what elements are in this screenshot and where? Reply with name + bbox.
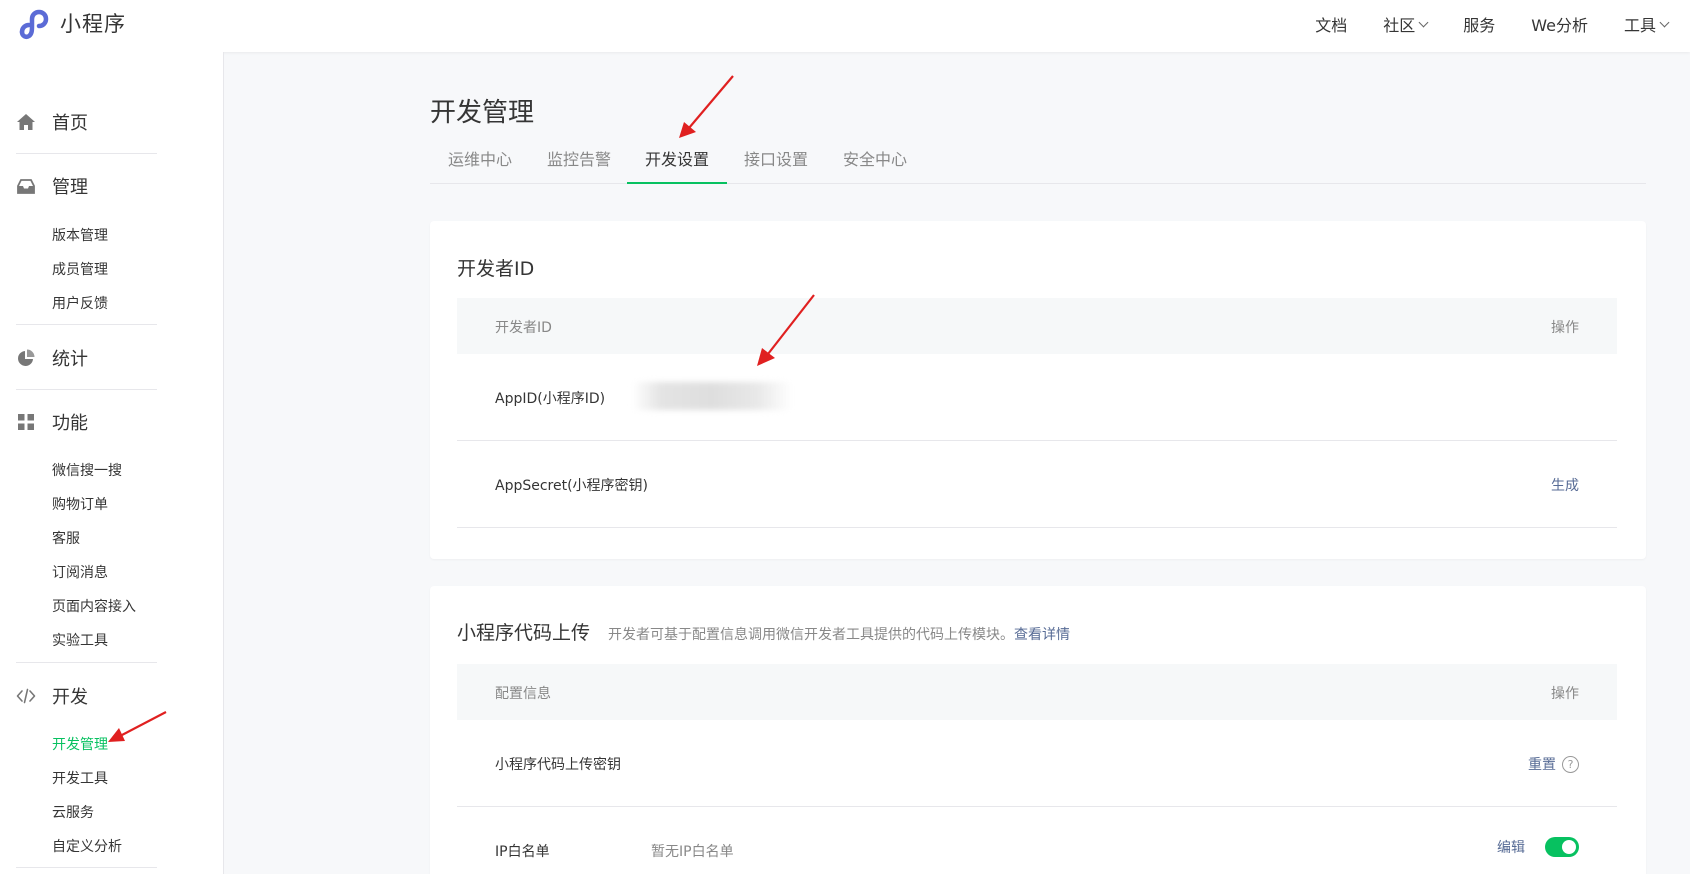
table-header: 配置信息 操作 xyxy=(457,664,1617,720)
sidebar-item-members[interactable]: 成员管理 xyxy=(52,259,108,279)
pie-chart-icon xyxy=(18,349,35,366)
sidebar-item-feedback[interactable]: 用户反馈 xyxy=(52,293,108,313)
ip-whitelist-value: 暂无IP白名单 xyxy=(651,844,734,860)
ip-whitelist-row: IP白名单 暂无IP白名单 编辑 xyxy=(457,807,1617,874)
appsecret-row: AppSecret(小程序密钥) 生成 xyxy=(457,441,1617,528)
sidebar-item-shopping-orders[interactable]: 购物订单 xyxy=(52,494,108,514)
view-details-link[interactable]: 查看详情 xyxy=(1014,627,1070,643)
reset-key-action: 重置? xyxy=(1528,754,1579,774)
generate-secret-link[interactable]: 生成 xyxy=(1551,475,1579,495)
sidebar-manage-label: 管理 xyxy=(52,177,88,198)
top-nav: 文档 社区 服务 We分析 工具 xyxy=(1279,0,1670,48)
tab-security-center[interactable]: 安全中心 xyxy=(825,140,925,184)
sidebar-item-develop[interactable]: 开发 xyxy=(16,682,156,710)
sidebar-stats-label: 统计 xyxy=(52,349,88,370)
main-content: 开发管理 运维中心 监控告警 开发设置 接口设置 安全中心 开发者ID 开发者I… xyxy=(224,52,1690,874)
code-upload-desc-text: 开发者可基于配置信息调用微信开发者工具提供的代码上传模块。 xyxy=(608,627,1015,643)
sidebar-item-cloud-services[interactable]: 云服务 xyxy=(52,802,94,822)
code-upload-card-title: 小程序代码上传 开发者可基于配置信息调用微信开发者工具提供的代码上传模块。查看详情 xyxy=(457,618,1070,645)
chevron-down-icon xyxy=(1418,17,1429,27)
appid-label: AppID(小程序ID) xyxy=(495,391,606,407)
grid-icon xyxy=(18,414,34,430)
upload-key-label: 小程序代码上传密钥 xyxy=(495,757,621,773)
divider xyxy=(16,153,157,154)
sidebar-item-manage[interactable]: 管理 xyxy=(16,172,156,200)
divider xyxy=(16,662,157,663)
sidebar-features-label: 功能 xyxy=(52,413,88,434)
topnav-community-label: 社区 xyxy=(1383,16,1416,35)
appid-row: AppID(小程序ID) xyxy=(457,354,1617,441)
logo[interactable]: 小程序 xyxy=(16,6,126,40)
sidebar-item-experiment-tools[interactable]: 实验工具 xyxy=(52,630,108,650)
divider xyxy=(16,324,157,325)
topnav-docs[interactable]: 文档 xyxy=(1315,12,1347,36)
sidebar-item-page-content[interactable]: 页面内容接入 xyxy=(52,596,136,616)
help-icon[interactable]: ? xyxy=(1562,755,1579,773)
ip-whitelist-toggle[interactable] xyxy=(1545,837,1579,857)
column-header-developer-id: 开发者ID xyxy=(495,320,552,336)
home-icon xyxy=(17,114,35,130)
developer-id-card: 开发者ID 开发者ID 操作 AppID(小程序ID) AppSecret(小程… xyxy=(430,221,1646,559)
divider xyxy=(16,867,157,868)
appid-value-redacted xyxy=(632,382,792,410)
column-header-action: 操作 xyxy=(1551,686,1579,702)
tab-monitoring-alerts[interactable]: 监控告警 xyxy=(529,140,629,184)
sidebar-item-version[interactable]: 版本管理 xyxy=(52,225,108,245)
tab-api-settings[interactable]: 接口设置 xyxy=(726,140,826,184)
table-header: 开发者ID 操作 xyxy=(457,298,1617,354)
miniprogram-logo-icon xyxy=(19,9,49,40)
topnav-services[interactable]: 服务 xyxy=(1463,12,1495,36)
tab-dev-settings[interactable]: 开发设置 xyxy=(627,140,727,184)
sidebar-item-customer-service[interactable]: 客服 xyxy=(52,528,80,548)
divider xyxy=(16,389,157,390)
chevron-down-icon xyxy=(1659,17,1670,27)
sidebar-item-stats[interactable]: 统计 xyxy=(16,344,156,372)
top-bar: 小程序 文档 社区 服务 We分析 工具 xyxy=(0,0,1690,52)
reset-key-link[interactable]: 重置 xyxy=(1528,754,1556,774)
column-header-config: 配置信息 xyxy=(495,686,551,702)
tab-ops-center[interactable]: 运维中心 xyxy=(430,140,530,184)
sidebar: 首页 管理 版本管理 成员管理 用户反馈 统计 功能 微信搜一搜 购物订单 客服… xyxy=(0,52,224,874)
topnav-tools-label: 工具 xyxy=(1623,16,1656,35)
sidebar-item-wechat-search[interactable]: 微信搜一搜 xyxy=(52,460,122,480)
sidebar-develop-label: 开发 xyxy=(52,687,88,708)
edit-whitelist-link[interactable]: 编辑 xyxy=(1497,837,1525,857)
code-icon xyxy=(16,688,36,704)
ip-whitelist-actions: 编辑 xyxy=(1497,837,1579,857)
developer-id-card-title: 开发者ID xyxy=(457,258,535,280)
app-name: 小程序 xyxy=(60,12,126,36)
code-upload-title-text: 小程序代码上传 xyxy=(457,622,591,644)
sidebar-item-dev-management[interactable]: 开发管理 xyxy=(52,734,108,754)
sidebar-home-label: 首页 xyxy=(52,113,88,134)
sidebar-item-subscription-messages[interactable]: 订阅消息 xyxy=(52,562,108,582)
sidebar-item-features[interactable]: 功能 xyxy=(16,408,156,436)
tab-bar: 运维中心 监控告警 开发设置 接口设置 安全中心 xyxy=(430,140,1646,184)
topnav-we-analytics[interactable]: We分析 xyxy=(1531,12,1588,36)
topnav-community[interactable]: 社区 xyxy=(1383,12,1429,36)
sidebar-item-home[interactable]: 首页 xyxy=(16,108,156,136)
upload-key-row: 小程序代码上传密钥 重置? xyxy=(457,720,1617,807)
sidebar-item-custom-analytics[interactable]: 自定义分析 xyxy=(52,836,122,856)
code-upload-card: 小程序代码上传 开发者可基于配置信息调用微信开发者工具提供的代码上传模块。查看详情… xyxy=(430,586,1646,874)
ip-whitelist-label: IP白名单 xyxy=(495,844,550,860)
topnav-tools[interactable]: 工具 xyxy=(1623,12,1670,36)
inbox-icon xyxy=(17,179,35,194)
sidebar-item-dev-tools[interactable]: 开发工具 xyxy=(52,768,108,788)
appsecret-label: AppSecret(小程序密钥) xyxy=(495,478,649,494)
page-title: 开发管理 xyxy=(430,98,535,128)
code-upload-description: 开发者可基于配置信息调用微信开发者工具提供的代码上传模块。查看详情 xyxy=(608,627,1070,643)
column-header-action: 操作 xyxy=(1551,320,1579,336)
